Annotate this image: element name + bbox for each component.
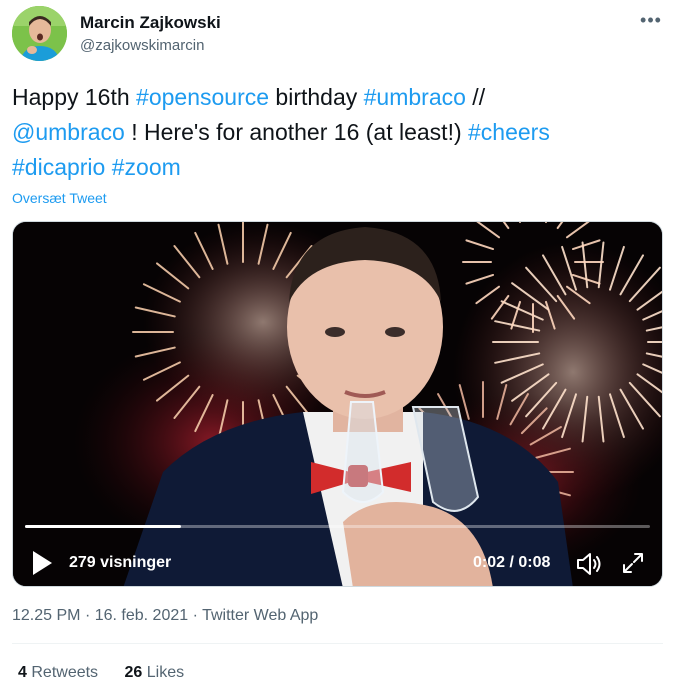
tweet-time[interactable]: 12.25 PM <box>12 607 80 624</box>
more-horizontal-icon: ••• <box>640 10 662 30</box>
meta-separator: · <box>84 607 91 624</box>
video-progress-fill <box>25 525 182 528</box>
avatar[interactable] <box>12 6 67 61</box>
tweet-meta: 12.25 PM · 16. feb. 2021 · Twitter Web A… <box>12 607 318 625</box>
tweet-stats: 4 Retweets 26 Likes <box>18 664 206 682</box>
play-icon <box>33 551 52 575</box>
avatar-image <box>12 6 67 61</box>
tweet-date[interactable]: 16. feb. 2021 <box>95 607 188 624</box>
video-frame <box>13 222 662 586</box>
author-name[interactable]: Marcin Zajkowski <box>80 13 221 33</box>
video-time: 0:02 / 0:08 <box>473 554 551 571</box>
fullscreen-icon <box>623 553 643 573</box>
hashtag-link[interactable]: #zoom <box>112 154 181 180</box>
mention-link[interactable]: @umbraco <box>12 119 125 145</box>
tweet-text-segment: Happy 16th <box>12 84 137 110</box>
hashtag-link[interactable]: #dicaprio <box>12 154 105 180</box>
view-count: 279 visninger <box>69 554 172 571</box>
tweet-source-app[interactable]: Twitter Web App <box>202 607 318 624</box>
meta-separator: · <box>192 607 198 624</box>
play-button[interactable] <box>31 550 53 576</box>
retweets-count: 4 <box>18 664 27 681</box>
volume-icon <box>577 553 601 575</box>
author-handle[interactable]: @zajkowskimarcin <box>80 37 204 54</box>
hashtag-link[interactable]: #cheers <box>468 119 550 145</box>
retweets-label: Retweets <box>31 664 99 681</box>
divider <box>12 643 663 644</box>
likes-label: Likes <box>146 664 185 681</box>
video-progress-bar[interactable] <box>25 525 650 528</box>
tweet-text-segment: ! Here's for another 16 (at least!) <box>124 119 469 145</box>
volume-button[interactable] <box>575 551 603 577</box>
tweet-text: Happy 16th #opensource birthday #umbraco… <box>12 80 662 185</box>
tweet-text-segment: birthday <box>269 84 364 110</box>
translate-tweet-link[interactable]: Oversæt Tweet <box>12 190 107 206</box>
tweet-card: Marcin Zajkowski @zajkowskimarcin ••• Ha… <box>0 0 680 694</box>
fullscreen-button[interactable] <box>621 551 645 575</box>
more-options-button[interactable]: ••• <box>636 10 666 30</box>
likes-count: 26 <box>124 664 143 681</box>
hashtag-link[interactable]: #opensource <box>136 84 269 110</box>
likes-stat[interactable]: 26 Likes <box>125 664 185 681</box>
retweets-stat[interactable]: 4 Retweets <box>18 664 103 681</box>
video-player[interactable]: 279 visninger 0:02 / 0:08 <box>12 221 663 587</box>
hashtag-link[interactable]: #umbraco <box>364 84 466 110</box>
tweet-text-segment: // <box>465 84 486 110</box>
